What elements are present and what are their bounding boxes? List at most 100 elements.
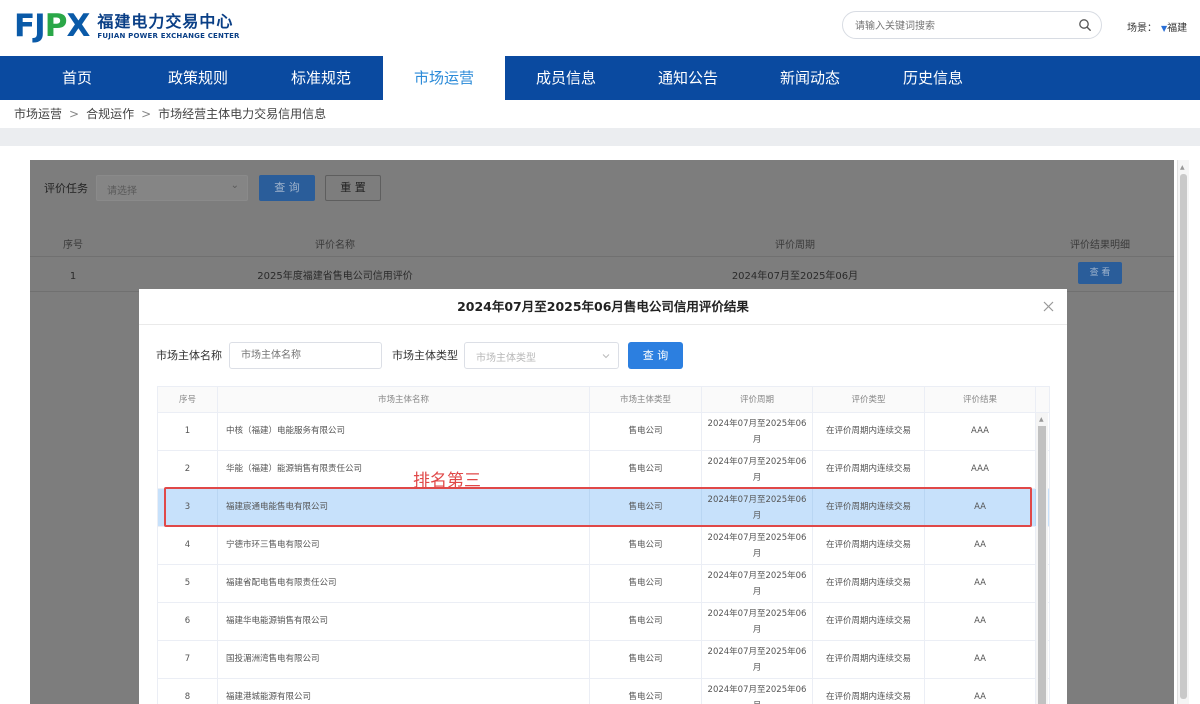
cell-type: 售电公司 <box>590 565 702 602</box>
cell-type: 售电公司 <box>590 679 702 704</box>
scene-selector[interactable]: 场景： ▼福建 <box>1127 19 1187 34</box>
scroll-up-icon[interactable]: ▲ <box>1180 164 1185 171</box>
period-line: 2024年07月至2025年06 <box>707 609 807 619</box>
cell-name: 福建港城能源有限公司 <box>218 679 590 704</box>
nav-item-market-operation[interactable]: 市场运营 <box>383 56 505 100</box>
cell-result: AAA <box>925 451 1036 488</box>
table-row[interactable]: 8福建港城能源有限公司售电公司 2024年07月至2025年06 月在评价周期内连续… <box>157 679 1050 704</box>
cell-index: 7 <box>158 641 218 678</box>
cell-eval-type: 在评价周期内连续交易 <box>813 565 925 602</box>
period-line: 2024年07月至2025年06 <box>707 685 807 695</box>
cell-period: 2024年07月至2025年06 月 <box>702 413 813 450</box>
period-line: 月 <box>752 625 762 635</box>
cell-result: AA <box>925 679 1036 704</box>
nav-item-standards[interactable]: 标准规范 <box>276 56 366 100</box>
cell-period: 2024年07月至2025年06 月 <box>702 679 813 704</box>
scrollbar-thumb[interactable] <box>1038 426 1046 704</box>
logo-mark: FJPX <box>14 8 90 44</box>
table-row[interactable]: 2 华能（福建）能源销售有限责任公司 售电公司 2024年07月至2025年06 月 在评… <box>157 451 1050 489</box>
table-header: 序号 市场主体名称 市场主体类型 评价周期 评价类型 评价结果 <box>157 386 1050 413</box>
annotation-text: 排名第三 <box>413 471 481 491</box>
cell-index: 2 <box>158 451 218 488</box>
dialog-title: 2024年07月至2025年06月售电公司信用评价结果 <box>139 289 1067 325</box>
table-row[interactable]: 4 宁德市环三售电有限公司 售电公司 2024年07月至2025年06 月 在评价周期内连… <box>157 527 1050 565</box>
breadcrumb: 市场运营 > 合规运作 > 市场经营主体电力交易信用信息 <box>0 100 1200 128</box>
cell-eval-type: 在评价周期内连续交易 <box>813 451 925 488</box>
bg-table-header: 序号 评价名称 评价周期 评价结果明细 <box>30 235 1174 257</box>
cell-period: 2024年07月至2025年06 月 <box>702 451 813 488</box>
nav-item-history[interactable]: 历史信息 <box>888 56 978 100</box>
table-scrollbar[interactable]: ▲ <box>1036 413 1048 704</box>
cell-period: 2024年07月至2025年06 月 <box>702 641 813 678</box>
cell-name: 中核（福建）电能服务有限公司 <box>218 413 590 450</box>
scene-value: 福建 <box>1167 23 1188 34</box>
cell-result: AA <box>925 527 1036 564</box>
chevron-right-icon: > <box>69 107 80 121</box>
entity-type-select[interactable]: 市场主体类型 <box>464 342 619 369</box>
search-box <box>842 11 1102 39</box>
cell-index: 4 <box>158 527 218 564</box>
cell-result: AA <box>925 603 1036 640</box>
cell-eval-type: 在评价周期内连续交易 <box>813 679 925 704</box>
content-gap <box>0 128 1200 146</box>
main-nav: 首页 政策规则 标准规范 市场运营 成员信息 通知公告 新闻动态 历史信息 <box>0 56 1200 100</box>
search-icon[interactable] <box>1078 18 1092 32</box>
scrollbar-thumb[interactable] <box>1180 174 1187 699</box>
period-line: 月 <box>752 587 762 597</box>
cell-period: 2024年07月至2025年06 月 <box>702 603 813 640</box>
cell-type: 售电公司 <box>590 603 702 640</box>
table-row[interactable]: 1 中核（福建）电能服务有限公司 售电公司 2024年07月至2025年06 月 在评价周… <box>157 413 1050 451</box>
table-row[interactable]: 5 福建省配电售电有限责任公司 售电公司 2024年07月至2025年06 月 在评价周期… <box>157 565 1050 603</box>
page-scrollbar[interactable]: ▲ <box>1177 160 1189 704</box>
nav-item-members[interactable]: 成员信息 <box>521 56 611 100</box>
period-line: 2024年07月至2025年06 <box>707 571 807 581</box>
chevron-down-icon <box>602 354 610 359</box>
cell-result: AAA <box>925 413 1036 450</box>
cell-result: AA <box>925 641 1036 678</box>
table-row[interactable]: 7 国投湄洲湾售电有限公司 售电公司 2024年07月至2025年06 月 在评价周期内连… <box>157 641 1050 679</box>
entity-name-label: 市场主体名称 <box>156 349 222 362</box>
cell-name: 华能（福建）能源销售有限责任公司 <box>218 451 590 488</box>
cell-name: 福建华电能源销售有限公司 <box>218 603 590 640</box>
period-line: 月 <box>752 435 762 445</box>
nav-item-home[interactable]: 首页 <box>32 56 122 100</box>
cell-index: 5 <box>158 565 218 602</box>
cell-period: 2024年07月至2025年06 月 <box>702 565 813 602</box>
site-header: FJPX 福建电力交易中心 FUJIAN POWER EXCHANGE CENT… <box>0 0 1200 56</box>
cell-type: 售电公司 <box>590 451 702 488</box>
cell-type: 售电公司 <box>590 413 702 450</box>
site-logo[interactable]: FJPX 福建电力交易中心 FUJIAN POWER EXCHANGE CENT… <box>14 9 240 43</box>
task-filter-label: 评价任务 <box>44 182 88 195</box>
bg-reset-button[interactable]: 重 置 <box>325 175 381 201</box>
cell-index: 8 <box>158 679 218 704</box>
breadcrumb-item[interactable]: 市场运营 <box>14 107 62 121</box>
view-details-button[interactable]: 查 看 <box>1078 262 1122 284</box>
task-select[interactable]: 请选择 ⌄ <box>96 175 248 201</box>
period-line: 2024年07月至2025年06 <box>707 457 807 467</box>
breadcrumb-item-current: 市场经营主体电力交易信用信息 <box>158 107 327 121</box>
cell-eval-type: 在评价周期内连续交易 <box>813 527 925 564</box>
cell-type: 售电公司 <box>590 641 702 678</box>
scroll-up-icon[interactable]: ▲ <box>1039 416 1044 423</box>
cell-index: 6 <box>158 603 218 640</box>
logo-chinese-name: 福建电力交易中心 <box>97 11 234 31</box>
breadcrumb-item[interactable]: 合规运作 <box>86 107 134 121</box>
search-input[interactable] <box>855 17 1055 35</box>
period-line: 2024年07月至2025年06 <box>707 419 807 429</box>
nav-item-news[interactable]: 新闻动态 <box>765 56 855 100</box>
cell-name: 国投湄洲湾售电有限公司 <box>218 641 590 678</box>
entity-name-input[interactable] <box>229 342 382 369</box>
cell-name: 福建省配电售电有限责任公司 <box>218 565 590 602</box>
query-button[interactable]: 查 询 <box>628 342 683 369</box>
logo-english-name: FUJIAN POWER EXCHANGE CENTER <box>97 31 240 40</box>
nav-item-policy[interactable]: 政策规则 <box>153 56 243 100</box>
cell-index: 1 <box>158 413 218 450</box>
bg-query-button[interactable]: 查 询 <box>259 175 315 201</box>
period-line: 月 <box>752 473 762 483</box>
scene-label: 场景： <box>1127 23 1157 34</box>
period-line: 2024年07月至2025年06 <box>707 647 807 657</box>
close-icon[interactable] <box>1042 300 1055 313</box>
table-row[interactable]: 6 福建华电能源销售有限公司 售电公司 2024年07月至2025年06 月 在评价周期内… <box>157 603 1050 641</box>
nav-item-notices[interactable]: 通知公告 <box>643 56 733 100</box>
cell-result: AA <box>925 565 1036 602</box>
